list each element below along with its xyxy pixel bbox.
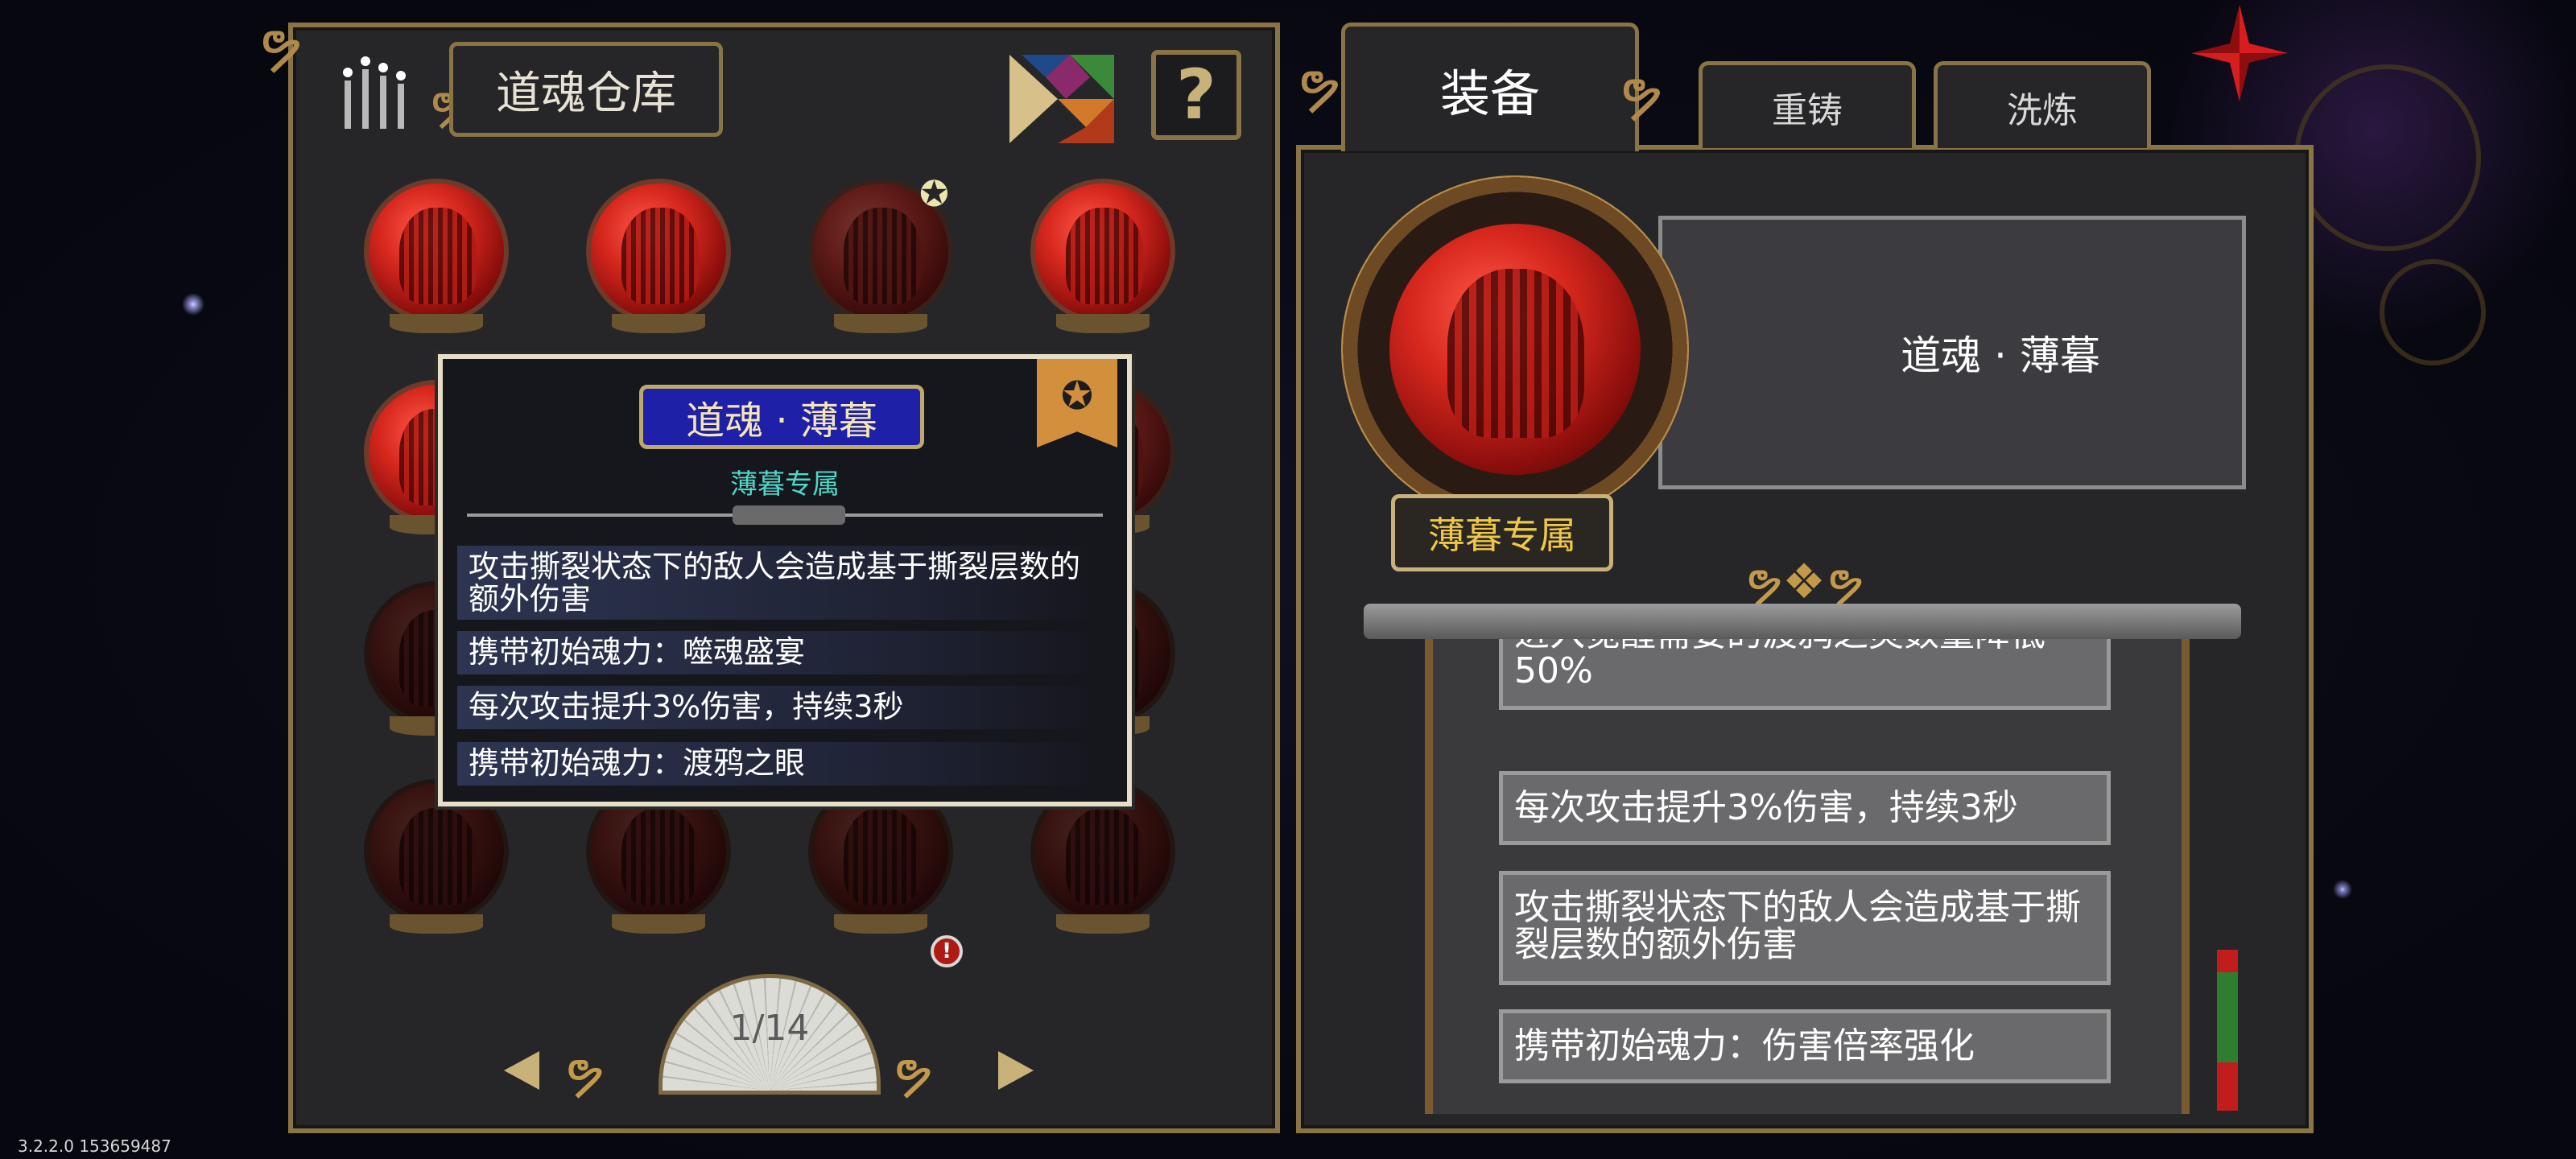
soul-orb-large	[1389, 224, 1641, 475]
warehouse-title: 道魂仓库	[449, 42, 723, 137]
tooltip-effect-line: 每次攻击提升3%伤害，持续3秒	[457, 686, 1101, 729]
effect-entry: 每次攻击提升3%伤害，持续3秒	[1499, 771, 2111, 845]
soul-orb-slot[interactable]	[1030, 179, 1175, 340]
puzzle-icon[interactable]	[1009, 55, 1114, 143]
page-indicator: 1/14	[729, 1008, 810, 1049]
scroll-rod	[1364, 604, 2241, 639]
exclusive-tag: 薄暮专属	[1391, 494, 1613, 571]
tab-recast[interactable]: 重铸	[1699, 61, 1916, 148]
effect-entry: 携带初始魂力：伤害倍率强化	[1499, 1009, 2111, 1083]
tab-ornament-icon: ຯ	[1618, 60, 1663, 126]
fan-ornament-icon: ຯ	[892, 1043, 933, 1103]
soul-name: 道魂 · 薄暮	[1658, 216, 2246, 489]
tooltip-subtitle: 薄暮专属	[730, 468, 840, 501]
arrow-left-icon[interactable]	[504, 1051, 539, 1090]
tab-equip[interactable]: 装备	[1341, 23, 1639, 151]
effect-entry: 攻击撕裂状态下的敌人会造成基于撕裂层数的额外伤害	[1499, 871, 2111, 985]
warning-icon: !	[931, 935, 963, 967]
star-icon: ✪	[919, 174, 949, 215]
arrow-right-icon[interactable]	[998, 1051, 1034, 1090]
corner-ornament-icon: ຯ	[258, 11, 303, 77]
tooltip-effect-line: 攻击撕裂状态下的敌人会造成基于撕裂层数的额外伤害	[457, 546, 1101, 620]
star-icon: ✪	[1037, 359, 1117, 448]
soul-tooltip: 道魂 · 薄暮 ✪ 薄暮专属 攻击撕裂状态下的敌人会造成基于撕裂层数的额外伤害 …	[438, 354, 1132, 806]
version-label: 3.2.2.0 153659487	[18, 1136, 171, 1156]
decorative-ring	[2294, 64, 2481, 251]
soul-orb-slot[interactable]	[586, 179, 731, 340]
tooltip-divider	[467, 505, 1103, 525]
tooltip-title: 道魂 · 薄暮	[639, 385, 924, 449]
tooltip-effect-line: 携带初始魂力：噬魂盛宴	[457, 631, 1101, 674]
scroll-knot-icon: ຯ❖ຯ	[1744, 554, 1864, 610]
effects-scroll[interactable]: 进入觉醒需要的渡鸦之灵数量降低50% 每次攻击提升3%伤害，持续3秒 攻击撕裂状…	[1425, 639, 2190, 1114]
effect-entry: 进入觉醒需要的渡鸦之灵数量降低50%	[1499, 639, 2111, 710]
tassel-icon	[2217, 950, 2238, 1111]
soul-orb-slot[interactable]	[364, 179, 509, 340]
candle-icon	[343, 56, 406, 129]
help-button[interactable]: ?	[1151, 50, 1241, 140]
tooltip-effect-line: 携带初始魂力：渡鸦之眼	[457, 742, 1101, 786]
fan-ornament-icon: ຯ	[564, 1043, 605, 1103]
tab-refine[interactable]: 洗炼	[1934, 61, 2151, 148]
tab-ornament-icon: ຯ	[1296, 52, 1341, 118]
decorative-ring	[2380, 259, 2486, 365]
